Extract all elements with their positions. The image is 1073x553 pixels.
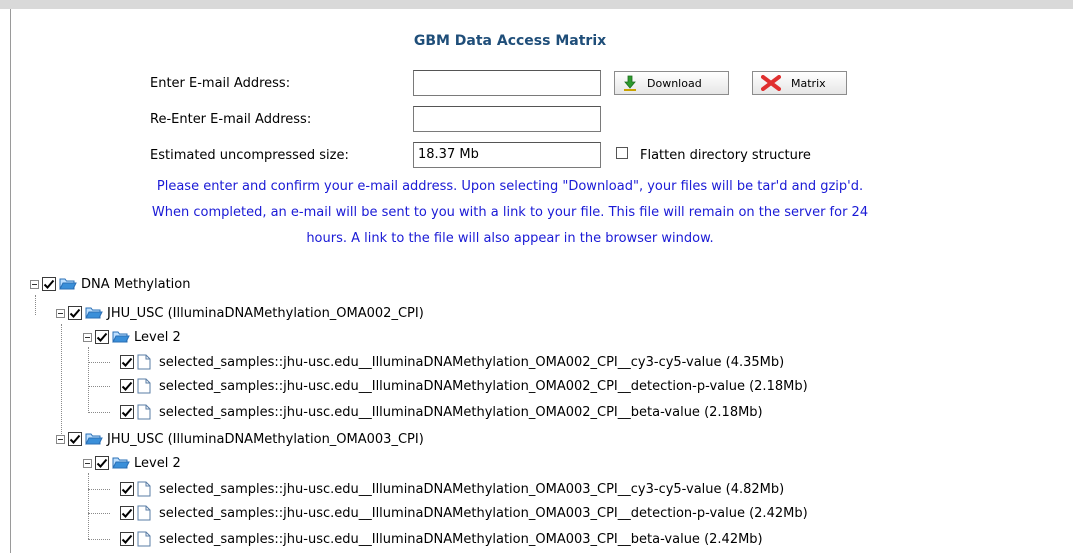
collapse-toggle[interactable] (56, 308, 65, 318)
file-icon (137, 531, 155, 547)
size-field: 18.37 Mb (413, 142, 601, 168)
tree-label: selected_samples::jhu-usc.edu__IlluminaD… (159, 354, 785, 370)
checkmark-icon (121, 357, 133, 367)
tree-label: selected_samples::jhu-usc.edu__IlluminaD… (159, 531, 763, 547)
left-border (10, 9, 11, 553)
tree-checkbox[interactable] (120, 405, 134, 419)
checkmark-icon (121, 508, 133, 518)
folder-open-icon (85, 431, 103, 447)
download-button[interactable]: Download (614, 71, 729, 95)
email-label: Enter E-mail Address: (150, 76, 291, 91)
tree-node-file: selected_samples::jhu-usc.edu__IlluminaD… (120, 401, 763, 423)
size-label: Estimated uncompressed size: (150, 148, 349, 163)
tree-label: selected_samples::jhu-usc.edu__IlluminaD… (159, 481, 785, 497)
page-title: GBM Data Access Matrix (413, 33, 607, 49)
folder-open-icon (59, 276, 77, 292)
tree-checkbox[interactable] (42, 277, 56, 291)
tree-node-file: selected_samples::jhu-usc.edu__IlluminaD… (120, 528, 763, 550)
file-icon (137, 404, 155, 420)
tree-node-file: selected_samples::jhu-usc.edu__IlluminaD… (120, 351, 784, 373)
reemail-label: Re-Enter E-mail Address: (150, 112, 312, 127)
folder-open-icon (85, 305, 103, 321)
tree-checkbox[interactable] (68, 432, 82, 446)
collapse-toggle[interactable] (83, 458, 92, 468)
matrix-button[interactable]: Matrix (752, 71, 847, 95)
note-line-3: hours. A link to the file will also appe… (306, 231, 714, 246)
email-field[interactable] (413, 70, 601, 96)
file-icon (137, 378, 155, 394)
download-arrow-icon (623, 75, 637, 91)
tree-node-root: DNA Methylation (30, 273, 190, 295)
file-icon (137, 505, 155, 521)
instructions-note: Please enter and confirm your e-mail add… (30, 174, 990, 252)
collapse-toggle[interactable] (30, 279, 39, 289)
download-button-label: Download (647, 76, 702, 90)
tree-checkbox[interactable] (120, 379, 134, 393)
checkmark-icon (69, 308, 81, 318)
tree-checkbox[interactable] (95, 456, 109, 470)
tree-node-file: selected_samples::jhu-usc.edu__IlluminaD… (120, 478, 784, 500)
note-line-1: Please enter and confirm your e-mail add… (156, 179, 864, 194)
checkmark-icon (121, 381, 133, 391)
file-icon (137, 354, 155, 370)
tree-label: selected_samples::jhu-usc.edu__IlluminaD… (159, 378, 808, 394)
tree-node-center: JHU_USC (IlluminaDNAMethylation_OMA003_C… (56, 428, 424, 450)
checkmark-icon (69, 434, 81, 444)
tree-label: DNA Methylation (81, 276, 191, 292)
checkmark-icon (96, 458, 108, 468)
folder-open-icon (112, 329, 130, 345)
checkmark-icon (43, 279, 55, 289)
tree-label: selected_samples::jhu-usc.edu__IlluminaD… (159, 505, 808, 521)
tree-checkbox[interactable] (120, 355, 134, 369)
tree-checkbox[interactable] (120, 532, 134, 546)
checkmark-icon (121, 407, 133, 417)
checkmark-icon (121, 484, 133, 494)
red-x-icon (761, 75, 781, 91)
matrix-button-label: Matrix (791, 76, 826, 90)
tree-checkbox[interactable] (120, 506, 134, 520)
tree-label: JHU_USC (IlluminaDNAMethylation_OMA002_C… (107, 305, 424, 321)
tree-node-center: JHU_USC (IlluminaDNAMethylation_OMA002_C… (56, 302, 424, 324)
tree-label: JHU_USC (IlluminaDNAMethylation_OMA003_C… (107, 431, 424, 447)
collapse-toggle[interactable] (83, 332, 92, 342)
collapse-toggle[interactable] (56, 434, 65, 444)
tree-label: Level 2 (134, 329, 181, 345)
flatten-checkbox[interactable] (616, 147, 628, 159)
tree-node-file: selected_samples::jhu-usc.edu__IlluminaD… (120, 502, 808, 524)
checkmark-icon (121, 534, 133, 544)
folder-open-icon (112, 455, 130, 471)
note-line-2: When completed, an e-mail will be sent t… (151, 205, 869, 220)
flatten-label: Flatten directory structure (640, 148, 811, 163)
tree-checkbox[interactable] (120, 482, 134, 496)
tree-label: Level 2 (134, 455, 181, 471)
tree-checkbox[interactable] (68, 306, 82, 320)
file-icon (137, 481, 155, 497)
tree-node-file: selected_samples::jhu-usc.edu__IlluminaD… (120, 375, 808, 397)
tree-node-level: Level 2 (83, 452, 181, 474)
tree-node-level: Level 2 (83, 326, 181, 348)
top-border (0, 0, 1073, 9)
checkmark-icon (96, 332, 108, 342)
tree-label: selected_samples::jhu-usc.edu__IlluminaD… (159, 404, 763, 420)
tree-checkbox[interactable] (95, 330, 109, 344)
reemail-field[interactable] (413, 106, 601, 132)
